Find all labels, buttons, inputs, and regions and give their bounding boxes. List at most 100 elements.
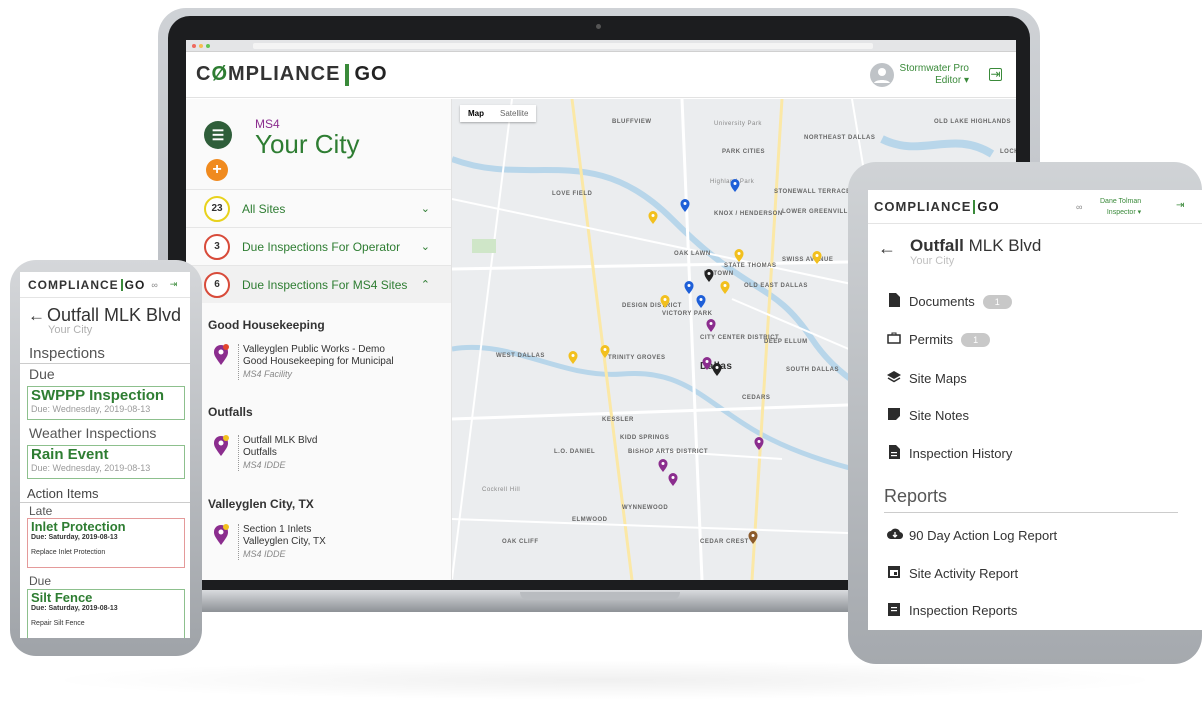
map-marker-icon[interactable] [712,363,722,376]
documents-item[interactable]: Documents 1 [887,293,1012,310]
section-due-operator[interactable]: 3 Due Inspections For Operator ⌄ [186,227,451,265]
minimize-dot-icon[interactable] [199,43,203,48]
map-label: TRINITY GROVES [608,355,666,361]
site-list-item[interactable]: Outfall MLK Blvd Outfalls MS4 IDDE [212,435,317,471]
permits-item[interactable]: Permits 1 [887,332,991,347]
map-marker-icon[interactable] [668,473,678,486]
tab-map[interactable]: Map [460,105,492,122]
close-dot-icon[interactable] [192,43,196,48]
map-type-toggle: Map Satellite [460,105,537,122]
map-label: LOVE FIELD [552,191,593,197]
map-marker-icon[interactable] [812,251,822,264]
map-marker-icon[interactable] [658,459,668,472]
logo-divider [345,63,350,86]
site-list-item[interactable]: Valleyglen Public Works - Demo Good Hous… [212,344,394,380]
address-bar[interactable] [253,42,873,49]
tablet-header: COMPLIANCE GO ∞ Dane Tolman Inspector ▾ ⇥ [868,190,1202,224]
map-marker-icon[interactable] [720,281,730,294]
logo-go: GO [354,63,388,85]
maximize-dot-icon[interactable] [206,43,210,48]
link-icon: ∞ [1076,202,1083,212]
section-all-sites[interactable]: 23 All Sites ⌄ [186,189,451,227]
map-marker-icon[interactable] [748,531,758,544]
map-label: NORTHEAST DALLAS [804,135,876,141]
compliance-go-logo[interactable]: COMPLIANCE GO [28,278,145,292]
laptop-camera [596,24,601,29]
inspections-heading: Inspections [29,345,105,362]
map-marker-icon[interactable] [648,211,658,224]
map-label: OAK LAWN [674,251,711,257]
map-label: University Park [714,121,762,127]
user-menu[interactable]: Dane Tolman Inspector ▾ [1100,196,1141,218]
count-badge: 23 [204,195,230,222]
report-item[interactable]: 90 Day Action Log Report [887,528,1057,543]
logo-o-mark: Ø [211,63,229,85]
tab-satellite[interactable]: Satellite [492,105,536,122]
map-marker-icon[interactable] [704,269,714,282]
card-title: Rain Event [31,446,109,463]
report-item[interactable]: Inspection Reports [887,602,1017,619]
map-marker-icon[interactable] [730,179,740,192]
action-card[interactable]: Silt Fence Due: Saturday, 2019-08-13 Rep… [27,589,185,638]
inspection-card[interactable]: SWPPP Inspection Due: Wednesday, 2019-08… [27,386,185,420]
logo-text-right: MPLIANCE [228,63,341,85]
logout-icon[interactable]: ⇥ [989,68,1002,81]
map-marker-icon[interactable] [702,357,712,370]
map-marker-icon[interactable] [660,295,670,308]
inspection-history-item[interactable]: Inspection History [887,445,1012,462]
sidebar: ☰ + MS4 Your City 23 All Sites ⌄ 3 Due I… [186,99,452,580]
card-note: Repair Silt Fence [31,620,85,627]
user-role-dropdown[interactable]: Inspector ▾ [1100,207,1141,218]
map-marker-icon[interactable] [734,249,744,262]
logo-divider [973,199,976,214]
document-icon [887,293,901,310]
phone-screen: COMPLIANCE GO ∞ ⇥ ← Outfall MLK Blvd Your… [20,272,190,638]
user-role-dropdown[interactable]: Editor ▾ [900,75,969,87]
map-label: SWISS AVENUE [782,257,834,263]
file-text-icon [887,445,901,462]
card-title: Inlet Protection [31,519,126,534]
site-list-item[interactable]: Section 1 Inlets Valleyglen City, TX MS4… [212,524,326,560]
site-type: MS4 Facility [243,369,293,379]
phone-title-row: ← Outfall MLK Blvd [28,305,181,326]
logout-icon[interactable]: ⇥ [1176,200,1184,211]
product-mockup-scene: C Ø MPLIANCE GO Stormwater Pro Editor ▾ ⇥ ☰… [0,0,1202,711]
map-marker-icon[interactable] [706,319,716,332]
section-label: Due Inspections For Operator [242,239,401,254]
map-label: L.O. DANIEL [554,449,596,455]
reports-heading: Reports [884,486,948,506]
map-label: KESSLER [602,417,634,423]
map-marker-icon[interactable] [696,295,706,308]
map-pin-icon [212,435,230,457]
site-maps-item[interactable]: Site Maps [887,371,967,386]
count-badge: 1 [961,332,991,347]
list-menu-icon[interactable]: ☰ [204,121,232,149]
site-category: Good Housekeeping for Municipal [243,356,394,367]
map-label: CEDARS [742,395,771,401]
map-marker-icon[interactable] [684,281,694,294]
map-marker-icon[interactable] [754,437,764,450]
compliance-go-logo[interactable]: COMPLIANCE GO [874,199,1000,214]
back-arrow-icon[interactable]: ← [28,306,45,326]
back-arrow-icon[interactable]: ← [878,238,896,259]
logout-icon[interactable]: ⇥ [170,279,178,290]
map-label: CEDAR CREST [700,539,749,545]
avatar-icon [869,62,894,87]
section-due-ms4[interactable]: 6 Due Inspections For MS4 Sites ⌃ [186,265,451,303]
map-marker-icon[interactable] [568,351,578,364]
map-marker-icon[interactable] [680,199,690,212]
map-marker-icon[interactable] [600,345,610,358]
inspection-card[interactable]: Rain Event Due: Wednesday, 2019-08-13 [27,445,185,479]
site-name: Valleyglen Public Works - Demo [243,344,385,355]
add-plus-icon[interactable]: + [206,159,228,181]
map-label: PARK CITIES [722,149,766,155]
map-label: STATE THOMAS [724,263,777,269]
logo-go: GO [977,199,1000,214]
action-card[interactable]: Inlet Protection Due: Saturday, 2019-08-… [27,518,185,568]
user-menu[interactable]: Stormwater Pro Editor ▾ ⇥ [869,62,1002,87]
site-notes-item[interactable]: Site Notes [887,408,969,423]
compliance-go-logo[interactable]: C Ø MPLIANCE GO [196,63,388,86]
site-category: Valleyglen City, TX [243,536,326,547]
section-label: All Sites [242,201,286,216]
report-item[interactable]: Site Activity Report [887,565,1018,581]
